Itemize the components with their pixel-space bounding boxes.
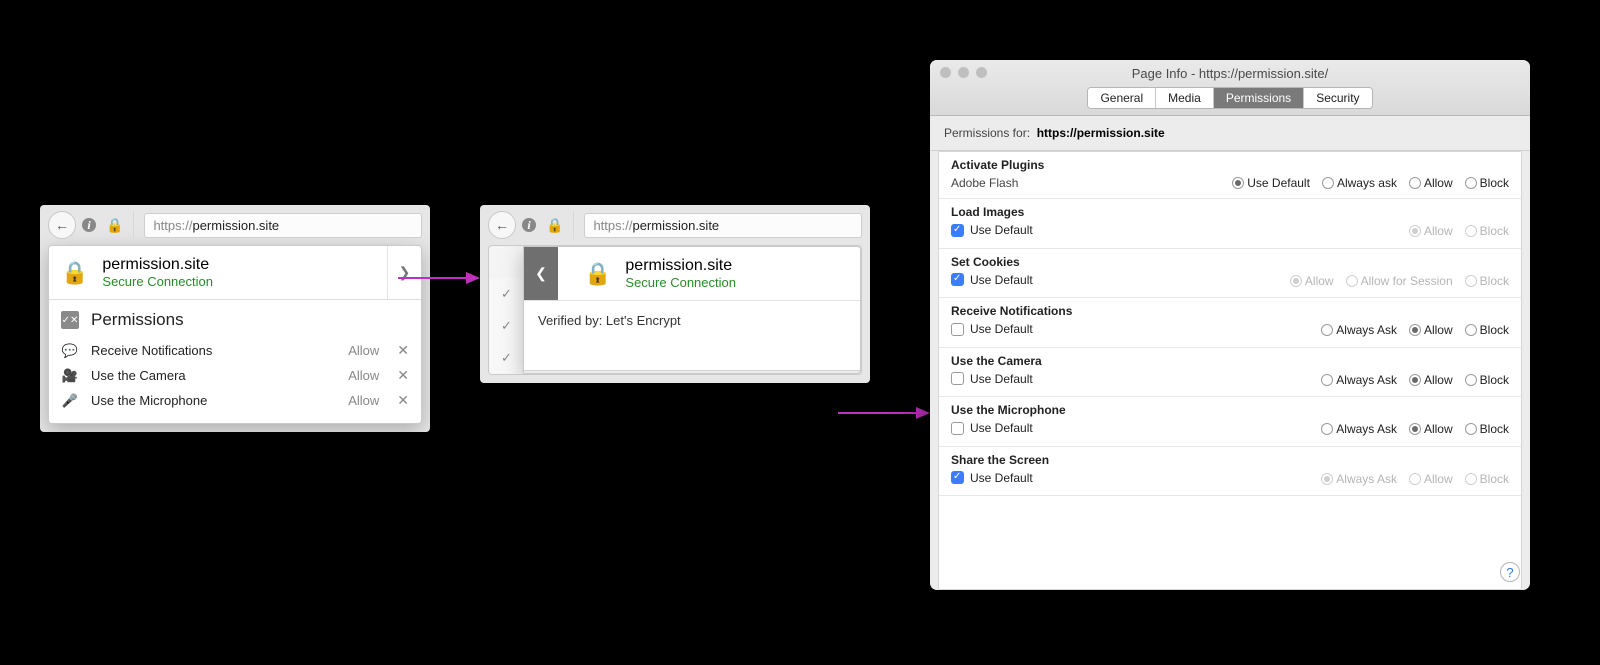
- permissions-icon: ✓✕: [61, 311, 79, 329]
- use-default-checkbox[interactable]: Use Default: [951, 421, 1033, 435]
- window-title: Page Info - https://permission.site/: [930, 66, 1530, 81]
- use-default-checkbox[interactable]: Use Default: [951, 372, 1033, 386]
- radio-allow: Allow: [1290, 274, 1334, 288]
- radio-always-ask[interactable]: Always ask: [1322, 176, 1397, 190]
- radio-block[interactable]: Block: [1465, 323, 1509, 337]
- permission-title: Receive Notifications: [951, 304, 1509, 318]
- permission-title: Activate Plugins: [951, 158, 1509, 172]
- more-information-button[interactable]: More Information: [524, 370, 860, 374]
- use-default-checkbox[interactable]: Use Default: [951, 471, 1033, 485]
- tab-media[interactable]: Media: [1155, 88, 1213, 108]
- radio-allow[interactable]: Allow: [1409, 176, 1453, 190]
- site-identity-icon[interactable]: [82, 218, 100, 232]
- divider: [573, 211, 574, 239]
- tab-security[interactable]: Security: [1303, 88, 1371, 108]
- radio-use-default[interactable]: Use Default: [1232, 176, 1310, 190]
- traffic-max-icon[interactable]: [976, 67, 987, 78]
- lock-icon: 🔒: [61, 262, 88, 284]
- permission-title: Use the Microphone: [951, 403, 1509, 417]
- perm-label: Use the Microphone: [91, 393, 336, 408]
- permission-row: 💬 Receive Notifications Allow ✕: [61, 338, 409, 363]
- radio-allow-for-session: Allow for Session: [1346, 274, 1453, 288]
- radio-always-ask[interactable]: Always Ask: [1321, 373, 1397, 387]
- identity-popup: 🔒 permission.site Secure Connection ❯ ✓✕…: [48, 245, 422, 424]
- permission-group: Use the Camera Use Default Always Ask Allow…: [939, 348, 1521, 398]
- use-default-checkbox[interactable]: Use Default: [951, 223, 1033, 237]
- permission-title: Share the Screen: [951, 453, 1509, 467]
- traffic-min-icon[interactable]: [958, 67, 969, 78]
- permission-title: Use the Camera: [951, 354, 1509, 368]
- traffic-close-icon[interactable]: [940, 67, 951, 78]
- radio-allow[interactable]: Allow: [1409, 422, 1453, 436]
- permission-group: Share the Screen Use Default Always Ask All…: [939, 447, 1521, 497]
- radio-allow: Allow: [1409, 472, 1453, 486]
- radio-block[interactable]: Block: [1465, 373, 1509, 387]
- security-subpanel: ❮ 🔒 permission.site Secure Connection Ve…: [523, 246, 861, 374]
- use-default-checkbox[interactable]: Use Default: [951, 322, 1033, 336]
- lock-icon: 🔒: [584, 263, 611, 285]
- site-title: permission.site: [625, 257, 848, 275]
- radio-always-ask[interactable]: Always Ask: [1321, 323, 1397, 337]
- radio-allow: Allow: [1409, 224, 1453, 238]
- permission-group: Use the Microphone Use Default Always Ask A…: [939, 397, 1521, 447]
- permission-group: Set Cookies Use Default Allow Allow for Ses…: [939, 249, 1521, 299]
- permissions-list: Activate Plugins Adobe Flash Use Default Al…: [938, 151, 1522, 590]
- verified-by-label: Verified by: Let's Encrypt: [524, 300, 860, 370]
- radio-block: Block: [1465, 472, 1509, 486]
- permission-title: Load Images: [951, 205, 1509, 219]
- url-bar[interactable]: https://permission.site: [144, 213, 422, 238]
- site-title: permission.site: [102, 256, 373, 274]
- site-identity-icon[interactable]: [522, 218, 540, 232]
- perm-state: Allow: [348, 368, 379, 383]
- remove-permission-button[interactable]: ✕: [397, 392, 409, 409]
- remove-permission-button[interactable]: ✕: [397, 342, 409, 359]
- permissions-heading: Permissions: [91, 310, 184, 330]
- perm-state: Allow: [348, 343, 379, 358]
- radio-always-ask[interactable]: Always Ask: [1321, 422, 1397, 436]
- radio-allow[interactable]: Allow: [1409, 373, 1453, 387]
- permission-group: Receive Notifications Use Default Always A…: [939, 298, 1521, 348]
- perm-label: Use the Camera: [91, 368, 336, 383]
- secure-connection-label: Secure Connection: [625, 275, 848, 290]
- perm-icon: 🎤: [61, 393, 79, 409]
- permission-group: Load Images Use Default Allow Block: [939, 199, 1521, 249]
- url-bar[interactable]: https://permission.site: [584, 213, 862, 238]
- radio-block: Block: [1465, 274, 1509, 288]
- tab-general[interactable]: General: [1088, 88, 1155, 108]
- lock-icon: 🔒: [546, 218, 563, 232]
- radio-block: Block: [1465, 224, 1509, 238]
- perm-state: Allow: [348, 393, 379, 408]
- back-button[interactable]: ←: [488, 211, 516, 239]
- radio-block[interactable]: Block: [1465, 422, 1509, 436]
- perm-label: Receive Notifications: [91, 343, 336, 358]
- radio-block[interactable]: Block: [1465, 176, 1509, 190]
- permission-title: Set Cookies: [951, 255, 1509, 269]
- radio-allow[interactable]: Allow: [1409, 323, 1453, 337]
- window-titlebar[interactable]: Page Info - https://permission.site/ Gen…: [930, 60, 1530, 116]
- help-button[interactable]: ?: [1500, 562, 1520, 582]
- lock-icon: 🔒: [106, 218, 123, 232]
- page-info-window: Page Info - https://permission.site/ Gen…: [930, 60, 1530, 590]
- tab-bar: GeneralMediaPermissionsSecurity: [1087, 87, 1372, 109]
- perm-icon: 🎥: [61, 368, 79, 384]
- use-default-checkbox[interactable]: Use Default: [951, 273, 1033, 287]
- back-button[interactable]: ←: [48, 211, 76, 239]
- permission-sublabel: Adobe Flash: [951, 176, 1018, 190]
- perm-icon: 💬: [61, 343, 79, 359]
- remove-permission-button[interactable]: ✕: [397, 367, 409, 384]
- secure-connection-label: Secure Connection: [102, 274, 373, 289]
- tab-permissions[interactable]: Permissions: [1213, 88, 1303, 108]
- permission-row: 🎥 Use the Camera Allow ✕: [61, 363, 409, 388]
- radio-always-ask: Always Ask: [1321, 472, 1397, 486]
- permission-group: Activate Plugins Adobe Flash Use Default Al…: [939, 152, 1521, 199]
- permissions-for-row: Permissions for: https://permission.site: [930, 116, 1530, 151]
- permission-row: 🎤 Use the Microphone Allow ✕: [61, 388, 409, 413]
- back-subpanel-button[interactable]: ❮: [524, 247, 558, 300]
- divider: [133, 211, 134, 239]
